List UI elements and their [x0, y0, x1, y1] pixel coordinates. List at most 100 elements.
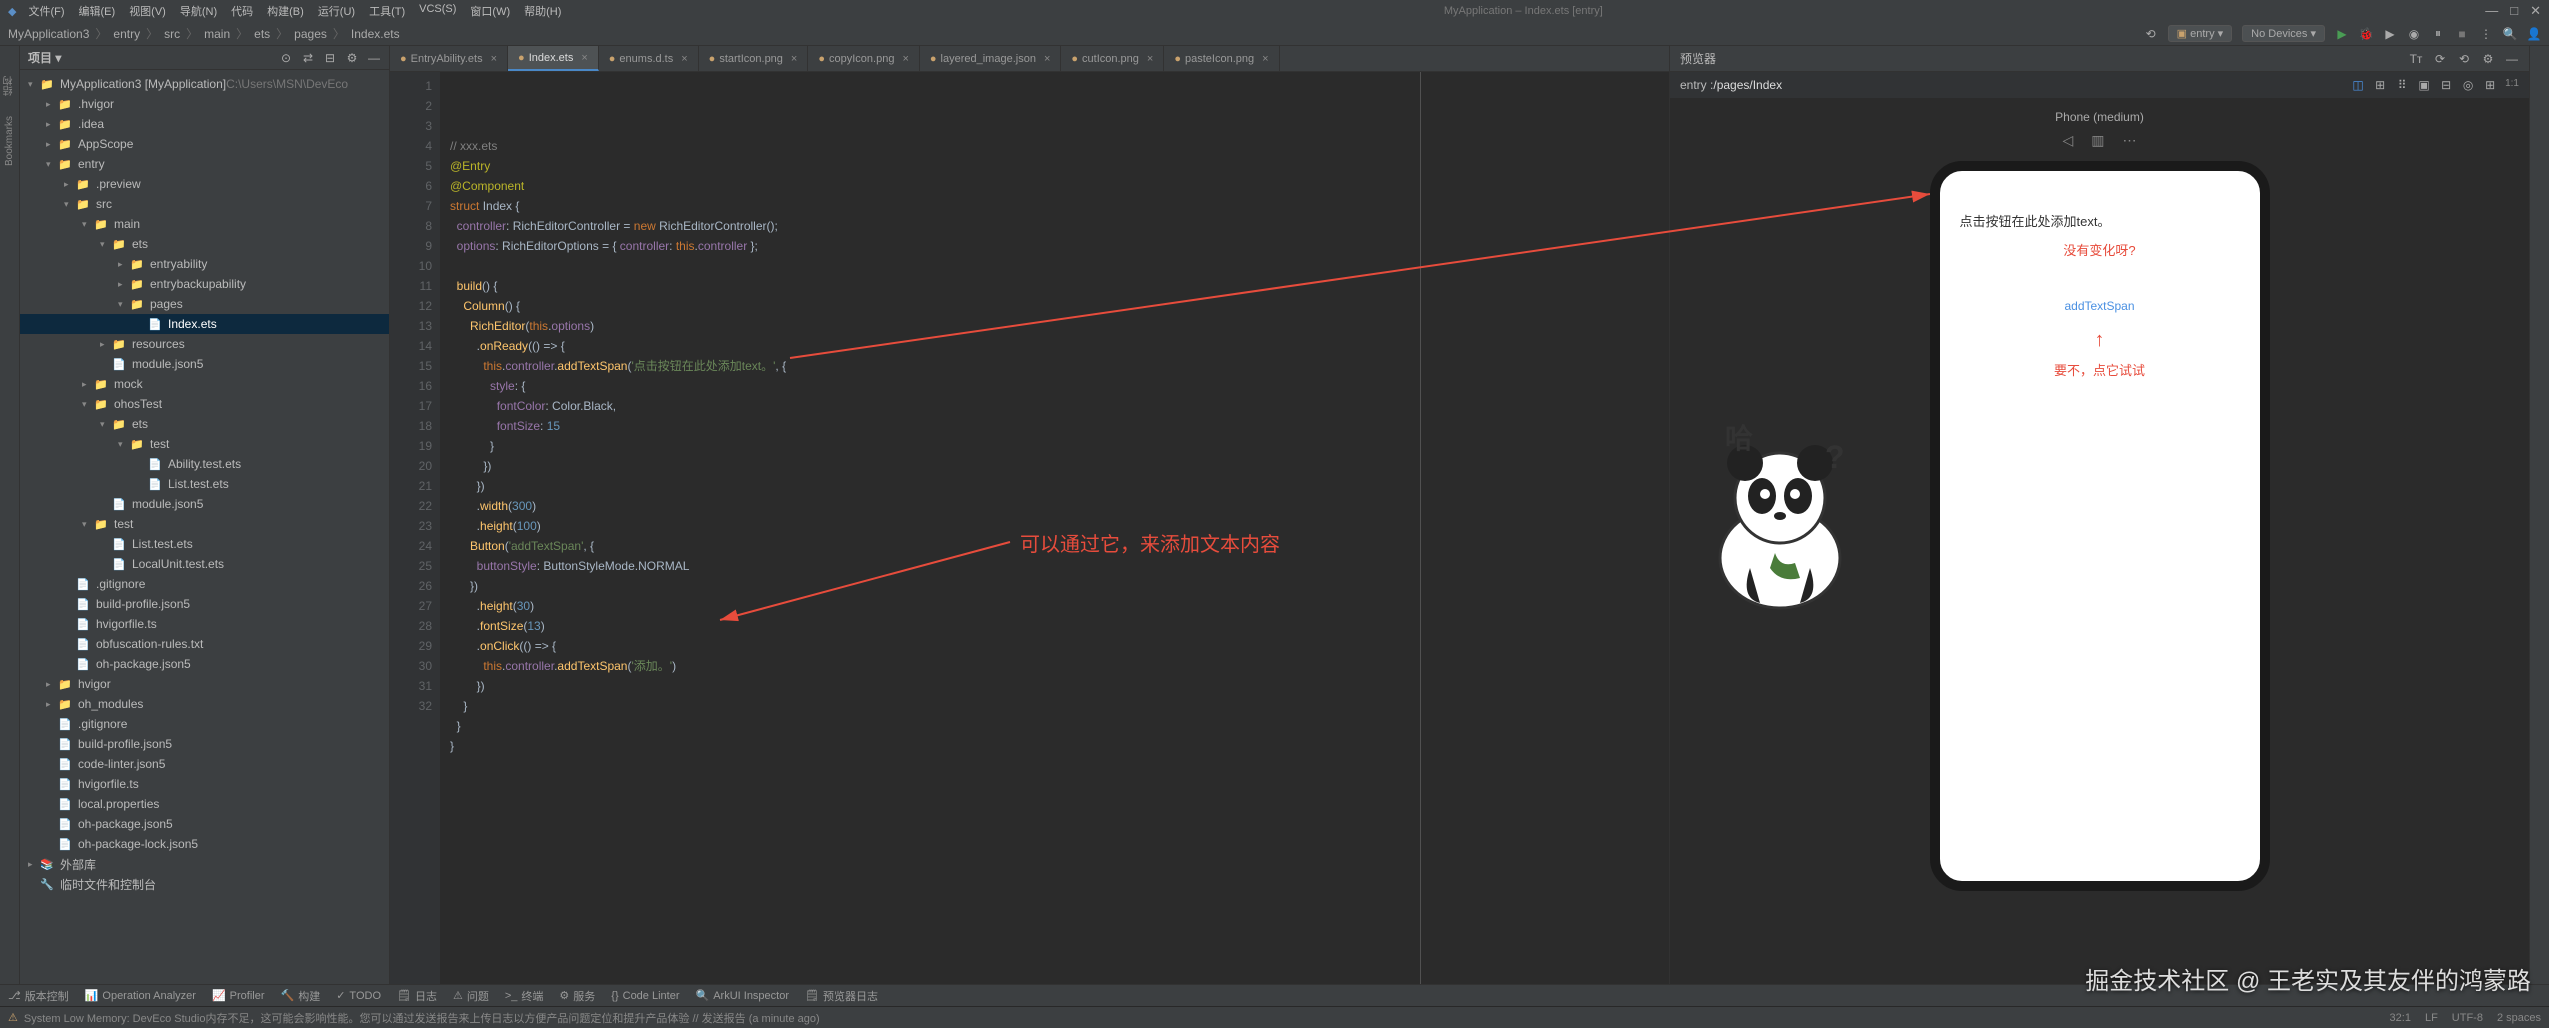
breadcrumb-item[interactable]: ets — [254, 27, 270, 41]
multiwin-icon[interactable]: ▥ — [2091, 132, 2104, 149]
tree-row[interactable]: 📄.gitignore — [20, 574, 389, 594]
tree-row[interactable]: ▸📁entrybackupability — [20, 274, 389, 294]
gear-icon[interactable]: ⚙ — [2481, 52, 2495, 66]
run-icon[interactable]: ▶ — [2335, 27, 2349, 41]
menu-item[interactable]: 帮助(H) — [524, 3, 561, 19]
bottom-tool[interactable]: {}Code Linter — [611, 990, 679, 1002]
menu-item[interactable]: 文件(F) — [28, 3, 64, 19]
tree-row[interactable]: ▾📁ohosTest — [20, 394, 389, 414]
tree-row[interactable]: ▾📁ets — [20, 234, 389, 254]
editor-tab[interactable]: ●enums.d.ts× — [599, 46, 699, 71]
menu-item[interactable]: VCS(S) — [419, 3, 456, 19]
bottom-tool[interactable]: 🔍ArkUI Inspector — [696, 989, 790, 1002]
avatar-icon[interactable]: 👤 — [2527, 27, 2541, 41]
debug-icon[interactable]: 🐞 — [2359, 27, 2373, 41]
tree-row[interactable]: ▸📁.idea — [20, 114, 389, 134]
breadcrumb-item[interactable]: pages — [294, 27, 327, 41]
sync-icon[interactable]: ⟲ — [2144, 27, 2158, 41]
tree-row[interactable]: ▾📁main — [20, 214, 389, 234]
addtextspan-button[interactable]: addTextSpan — [2064, 299, 2134, 313]
menu-item[interactable]: 编辑(E) — [79, 3, 116, 19]
editor-tab[interactable]: ●EntryAbility.ets× — [390, 46, 508, 71]
tree-row[interactable]: 📄oh-package.json5 — [20, 814, 389, 834]
menu-item[interactable]: 视图(V) — [129, 3, 166, 19]
tree-row[interactable]: ▾📁MyApplication3 [MyApplication] C:\User… — [20, 74, 389, 94]
refresh-icon[interactable]: ⟳ — [2433, 52, 2447, 66]
back-icon[interactable]: ◁ — [2062, 132, 2073, 149]
expand-all-icon[interactable]: ⇄ — [301, 51, 315, 65]
code-editor[interactable]: // xxx.ets@Entry@Componentstruct Index {… — [440, 72, 1669, 984]
tree-row[interactable]: 📄local.properties — [20, 794, 389, 814]
minimize-icon[interactable]: ― — [2485, 3, 2498, 19]
tree-row[interactable]: ▾📁src — [20, 194, 389, 214]
menu-item[interactable]: 运行(U) — [318, 3, 355, 19]
zoom-in-icon[interactable]: ⊞ — [2483, 78, 2497, 92]
tree-row[interactable]: ▸📁.preview — [20, 174, 389, 194]
coverage-icon[interactable]: ▶ — [2383, 27, 2397, 41]
tree-row[interactable]: 📄LocalUnit.test.ets — [20, 554, 389, 574]
tree-row[interactable]: 📄.gitignore — [20, 714, 389, 734]
bottom-tool[interactable]: 📈Profiler — [212, 989, 265, 1002]
tree-row[interactable]: 📄oh-package.json5 — [20, 654, 389, 674]
tree-row[interactable]: 📄code-linter.json5 — [20, 754, 389, 774]
zoom-out-icon[interactable]: ⊟ — [2439, 78, 2453, 92]
run-config-dropdown[interactable]: ▣ entry ▾ — [2168, 25, 2233, 42]
fit-icon[interactable]: ▣ — [2417, 78, 2431, 92]
tree-row[interactable]: ▸📁hvigor — [20, 674, 389, 694]
status-field[interactable]: 32:1 — [2390, 1012, 2411, 1024]
editor-tab[interactable]: ●cutIcon.png× — [1061, 46, 1164, 71]
tt-icon[interactable]: Tт — [2409, 52, 2423, 66]
bottom-tool[interactable]: 📊Operation Analyzer — [85, 989, 196, 1002]
status-field[interactable]: LF — [2425, 1012, 2438, 1024]
minimize-preview-icon[interactable]: ― — [2505, 52, 2519, 66]
bottom-tool[interactable]: ✓TODO — [336, 989, 381, 1002]
tree-row[interactable]: ▾📁pages — [20, 294, 389, 314]
tree-row[interactable]: 📄List.test.ets — [20, 534, 389, 554]
tree-row[interactable]: 📄oh-package-lock.json5 — [20, 834, 389, 854]
breadcrumb-item[interactable]: Index.ets — [351, 27, 400, 41]
tree-row[interactable]: ▾📁test — [20, 514, 389, 534]
breadcrumb-item[interactable]: MyApplication3 — [8, 27, 89, 41]
search-icon[interactable]: 🔍 — [2503, 27, 2517, 41]
tree-row[interactable]: 🔧临时文件和控制台 — [20, 874, 389, 894]
bookmarks-tab[interactable]: Bookmarks — [4, 116, 15, 166]
menu-item[interactable]: 工具(T) — [369, 3, 405, 19]
project-panel-title[interactable]: 项目 ▾ — [28, 49, 61, 66]
project-tree[interactable]: ▾📁MyApplication3 [MyApplication] C:\User… — [20, 70, 389, 984]
structure-tab[interactable]: 结构 — [2, 76, 17, 96]
tree-row[interactable]: 📄obfuscation-rules.txt — [20, 634, 389, 654]
tree-row[interactable]: 📄Ability.test.ets — [20, 454, 389, 474]
bottom-tool[interactable]: ⚙服务 — [559, 988, 595, 1004]
menu-item[interactable]: 代码 — [231, 3, 253, 19]
editor-tab[interactable]: ●copyIcon.png× — [808, 46, 920, 71]
profile-icon[interactable]: ◉ — [2407, 27, 2421, 41]
more-icon[interactable]: ⋮ — [2479, 27, 2493, 41]
dots-icon[interactable]: ⠿ — [2395, 78, 2409, 92]
rotate-icon[interactable]: ⟲ — [2457, 52, 2471, 66]
breadcrumb-item[interactable]: main — [204, 27, 230, 41]
tree-row[interactable]: ▸📁oh_modules — [20, 694, 389, 714]
tree-row[interactable]: ▸📁resources — [20, 334, 389, 354]
breadcrumb-item[interactable]: src — [164, 27, 180, 41]
stop-icon[interactable]: ■ — [2455, 27, 2469, 41]
menu-item[interactable]: 窗口(W) — [470, 3, 510, 19]
status-field[interactable]: 2 spaces — [2497, 1012, 2541, 1024]
tree-row[interactable]: 📄build-profile.json5 — [20, 594, 389, 614]
maximize-icon[interactable]: □ — [2510, 3, 2518, 19]
tree-row[interactable]: 📄hvigorfile.ts — [20, 774, 389, 794]
tree-row[interactable]: ▸📁AppScope — [20, 134, 389, 154]
settings-icon[interactable]: ⚙ — [345, 51, 359, 65]
editor-tab[interactable]: ●layered_image.json× — [920, 46, 1061, 71]
editor-tab[interactable]: ●Index.ets× — [508, 46, 599, 71]
bottom-tool[interactable]: 🗒日志 — [397, 988, 437, 1004]
tree-row[interactable]: ▾📁test — [20, 434, 389, 454]
tree-row[interactable]: ▾📁entry — [20, 154, 389, 174]
tree-row[interactable]: 📄hvigorfile.ts — [20, 614, 389, 634]
tree-row[interactable]: 📄Index.ets — [20, 314, 389, 334]
select-opened-icon[interactable]: ⊙ — [279, 51, 293, 65]
editor-tab[interactable]: ●pasteIcon.png× — [1164, 46, 1279, 71]
bottom-tool[interactable]: >_终端 — [505, 988, 544, 1004]
bottom-tool[interactable]: ⚠问题 — [453, 988, 489, 1004]
menu-item[interactable]: 导航(N) — [180, 3, 217, 19]
editor-tab[interactable]: ●startIcon.png× — [699, 46, 809, 71]
